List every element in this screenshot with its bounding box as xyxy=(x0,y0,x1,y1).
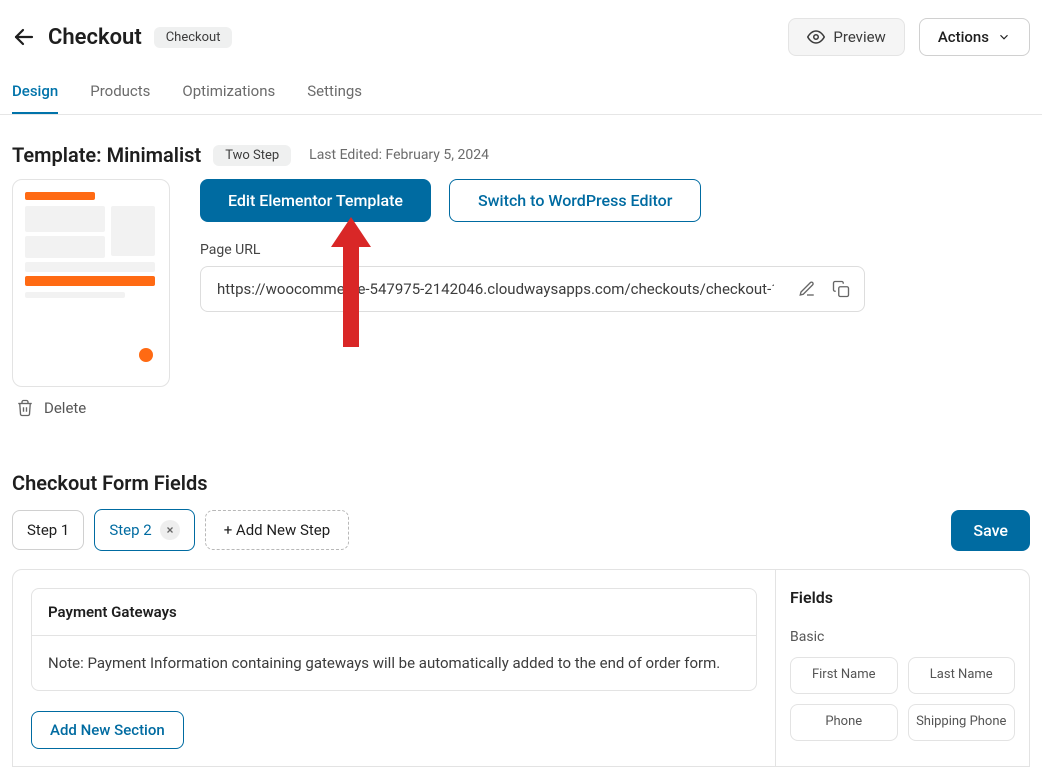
form-fields-title: Checkout Form Fields xyxy=(0,417,1042,509)
header-left: Checkout Checkout xyxy=(12,25,232,50)
header-right: Preview Actions xyxy=(788,18,1030,56)
page-url-label: Page URL xyxy=(200,242,1030,258)
eye-icon xyxy=(807,28,825,46)
payment-gateways-header: Payment Gateways xyxy=(32,589,756,636)
template-title: Template: Minimalist xyxy=(12,143,201,167)
page-title: Checkout xyxy=(48,25,142,50)
copy-url-button[interactable] xyxy=(824,272,858,306)
form-area: Payment Gateways Note: Payment Informati… xyxy=(12,569,1030,767)
delete-label: Delete xyxy=(44,399,86,417)
tab-products[interactable]: Products xyxy=(90,82,150,114)
last-edited-label: Last Edited: February 5, 2024 xyxy=(309,147,489,163)
field-phone[interactable]: Phone xyxy=(790,704,898,741)
pencil-icon xyxy=(798,280,816,298)
template-thumbnail[interactable] xyxy=(12,179,170,387)
page-header: Checkout Checkout Preview Actions xyxy=(0,0,1042,64)
step-1-button[interactable]: Step 1 xyxy=(12,510,84,550)
chevron-down-icon xyxy=(997,30,1011,44)
tab-settings[interactable]: Settings xyxy=(307,82,362,114)
basic-fields-grid: First Name Last Name Phone Shipping Phon… xyxy=(790,657,1015,741)
field-first-name[interactable]: First Name xyxy=(790,657,898,694)
edit-url-button[interactable] xyxy=(790,272,824,306)
page-url-box xyxy=(200,266,865,312)
field-shipping-phone[interactable]: Shipping Phone xyxy=(908,704,1016,741)
template-step-badge: Two Step xyxy=(213,145,291,166)
step-2-remove-icon[interactable] xyxy=(160,520,180,540)
fields-panel-title: Fields xyxy=(790,588,1015,607)
fields-basic-label: Basic xyxy=(790,629,1015,645)
back-arrow-icon[interactable] xyxy=(12,25,36,49)
fields-panel: Fields Basic First Name Last Name Phone … xyxy=(775,570,1029,766)
copy-icon xyxy=(832,280,850,298)
template-action-row: Edit Elementor Template Switch to WordPr… xyxy=(200,179,1030,222)
template-body: Delete Edit Elementor Template Switch to… xyxy=(0,179,1042,417)
trash-icon xyxy=(16,399,34,417)
tab-design[interactable]: Design xyxy=(12,82,58,114)
field-last-name[interactable]: Last Name xyxy=(908,657,1016,694)
page-type-badge: Checkout xyxy=(154,27,233,48)
thumbnail-preview xyxy=(19,186,163,380)
template-detail-column: Edit Elementor Template Switch to WordPr… xyxy=(200,179,1030,312)
preview-label: Preview xyxy=(833,28,885,46)
step-2-label: Step 2 xyxy=(109,521,151,539)
thumbnail-column: Delete xyxy=(12,179,170,417)
template-info-row: Template: Minimalist Two Step Last Edite… xyxy=(0,115,1042,179)
payment-gateways-box: Payment Gateways Note: Payment Informati… xyxy=(31,588,757,691)
switch-editor-button[interactable]: Switch to WordPress Editor xyxy=(449,179,701,222)
add-new-step-button[interactable]: + Add New Step xyxy=(205,510,350,550)
edit-elementor-button[interactable]: Edit Elementor Template xyxy=(200,179,431,222)
tab-optimizations[interactable]: Optimizations xyxy=(182,82,275,114)
delete-template-button[interactable]: Delete xyxy=(12,399,170,417)
main-tabs: Design Products Optimizations Settings xyxy=(0,64,1042,115)
step-2-button[interactable]: Step 2 xyxy=(94,509,194,551)
form-left-panel: Payment Gateways Note: Payment Informati… xyxy=(13,570,775,766)
payment-gateways-note: Note: Payment Information containing gat… xyxy=(32,636,756,690)
add-new-section-button[interactable]: Add New Section xyxy=(31,711,184,749)
preview-button[interactable]: Preview xyxy=(788,18,904,56)
actions-label: Actions xyxy=(938,28,989,46)
steps-row: Step 1 Step 2 + Add New Step Save xyxy=(0,509,1042,551)
save-button[interactable]: Save xyxy=(951,510,1030,551)
actions-button[interactable]: Actions xyxy=(919,18,1030,56)
page-url-input[interactable] xyxy=(201,267,790,311)
